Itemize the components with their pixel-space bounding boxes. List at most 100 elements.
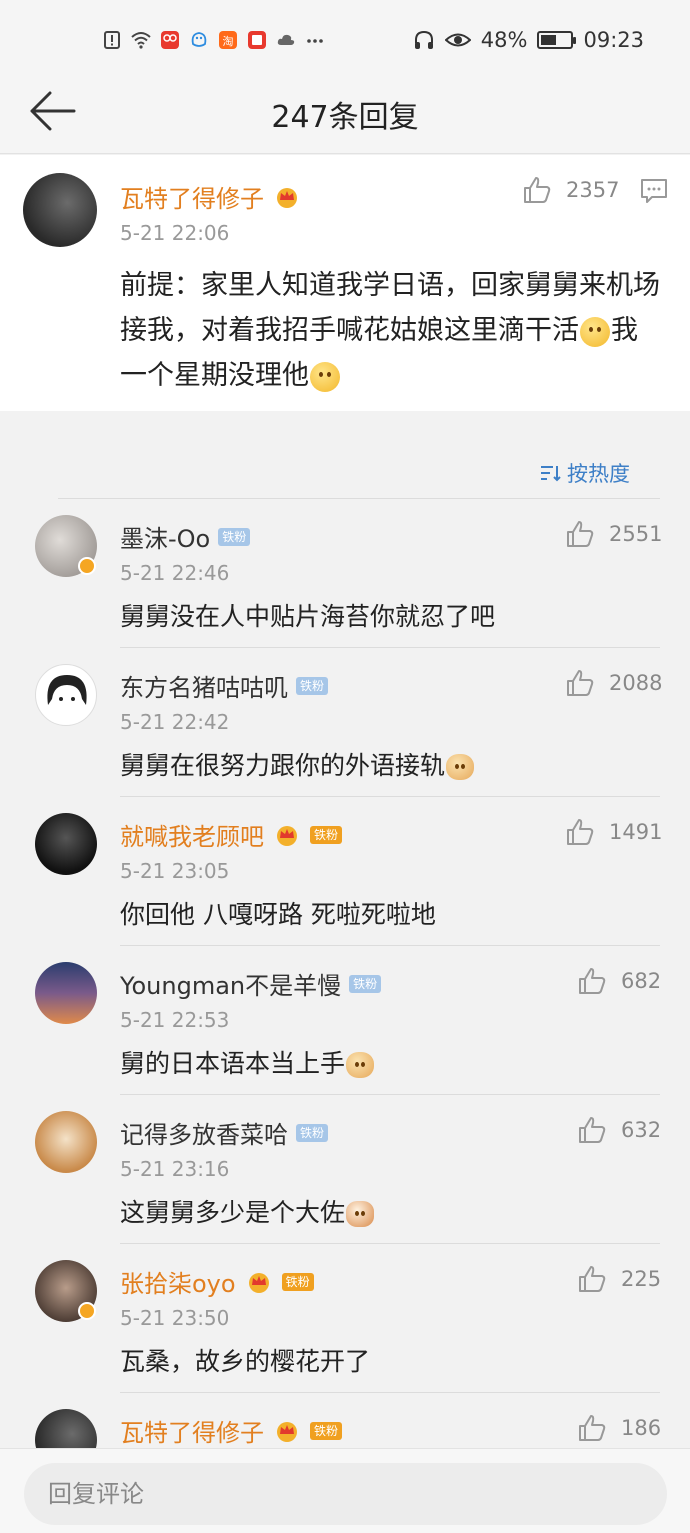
avatar[interactable] <box>23 173 97 247</box>
username-text: 张拾柒oyo <box>120 1270 236 1298</box>
username-text: 墨沫-Oo <box>120 525 211 553</box>
fan-badge: 铁粉 <box>296 676 329 695</box>
username[interactable]: 瓦特了得修子 铁粉 <box>120 1413 343 1448</box>
smile-emoji-icon <box>310 361 340 392</box>
taobao-icon: 淘 <box>219 31 237 49</box>
like-count: 2551 <box>609 522 663 546</box>
list-item[interactable]: Youngman不是羊慢 铁粉 5-21 22:53 682 舅的日本语本当上手 <box>0 946 690 1095</box>
sort-icon <box>541 466 561 482</box>
svg-text:淘: 淘 <box>223 35 234 48</box>
fan-badge: 铁粉 <box>310 1421 343 1440</box>
list-item[interactable]: 张拾柒oyo 铁粉 5-21 23:50 225 瓦桑，故乡的樱花开了 <box>0 1244 690 1393</box>
headphones-icon <box>414 30 433 49</box>
username[interactable]: 就喊我老顾吧 铁粉 <box>120 817 343 852</box>
list-item[interactable]: 就喊我老顾吧 铁粉 5-21 23:05 1491 你回他 八嘎呀路 死啦死啦地 <box>0 797 690 946</box>
username-text: 瓦特了得修子 <box>120 1419 264 1447</box>
header: 247条回复 <box>0 70 690 154</box>
avatar[interactable] <box>35 664 97 726</box>
comment-time: 5-21 22:46 <box>120 561 230 585</box>
notification-icon <box>104 31 120 49</box>
username-text: 东方名猪咕咕叽 <box>120 674 288 702</box>
username-text: 就喊我老顾吧 <box>120 823 264 851</box>
battery-icon <box>537 31 577 49</box>
comment-time: 5-21 22:06 <box>120 221 230 245</box>
username[interactable]: 瓦特了得修子 <box>120 179 302 214</box>
comment-text-content: 舅的日本语本当上手 <box>120 1049 346 1078</box>
username[interactable]: 东方名猪咕咕叽 铁粉 <box>120 668 329 703</box>
like-button[interactable]: 2551 <box>565 519 662 549</box>
comment-text: 你回他 八嘎呀路 死啦死啦地 <box>120 900 436 929</box>
comment-text-content: 这舅舅多少是个大佐 <box>120 1198 346 1227</box>
verified-icon <box>78 1302 96 1320</box>
comment-icon[interactable] <box>640 177 668 205</box>
like-count: 2357 <box>566 178 620 202</box>
doge-emoji-icon <box>446 754 475 780</box>
smile-emoji-icon <box>580 316 610 347</box>
app-icon-2 <box>191 32 207 47</box>
username[interactable]: 张拾柒oyo 铁粉 <box>120 1264 314 1299</box>
like-count: 225 <box>621 1267 662 1291</box>
app-icon-3 <box>248 31 266 49</box>
username[interactable]: 墨沫-Oo 铁粉 <box>120 519 251 554</box>
avatar[interactable] <box>35 813 97 875</box>
sort-button[interactable]: 按热度 <box>539 458 630 488</box>
cartoon-girl-icon <box>47 675 87 705</box>
comment-time: 5-21 22:42 <box>120 710 230 734</box>
like-button[interactable]: 682 <box>577 966 661 996</box>
reply-input[interactable]: 回复评论 <box>24 1463 667 1525</box>
thumbs-up-icon <box>567 670 594 696</box>
like-button[interactable]: 186 <box>577 1413 661 1443</box>
crown-icon <box>277 187 297 208</box>
fan-badge: 铁粉 <box>218 527 251 546</box>
list-item[interactable]: 记得多放香菜哈 铁粉 5-21 23:16 632 这舅舅多少是个大佐 <box>0 1095 690 1244</box>
cloud-icon <box>277 34 295 45</box>
thumbs-up-icon <box>567 521 594 547</box>
crown-icon <box>248 1272 269 1293</box>
username-text: 记得多放香菜哈 <box>120 1121 288 1149</box>
fan-badge: 铁粉 <box>281 1272 314 1291</box>
comment-time: 5-21 22:53 <box>120 1008 230 1032</box>
username-text: 瓦特了得修子 <box>120 185 264 213</box>
username-text: Youngman不是羊慢 <box>120 972 342 1000</box>
page-title: 247条回复 <box>271 100 419 135</box>
username[interactable]: 记得多放香菜哈 铁粉 <box>120 1115 329 1150</box>
like-button[interactable]: 225 <box>577 1264 661 1294</box>
comment-text: 前提：家里人知道我学日语，回家舅舅来机场接我，对着我招手喊花姑娘这里滴干活 我一个… <box>120 263 660 398</box>
like-count: 2088 <box>609 671 663 695</box>
fan-badge: 铁粉 <box>296 1123 329 1142</box>
like-button[interactable]: 632 <box>577 1115 661 1145</box>
sort-label: 按热度 <box>567 462 630 486</box>
fan-badge: 铁粉 <box>310 825 343 844</box>
battery-percent: 48% <box>480 28 528 52</box>
like-count: 186 <box>621 1416 662 1440</box>
comment-text: 舅舅在很努力跟你的外语接轨 <box>120 746 475 782</box>
thumbs-up-icon <box>579 1266 606 1292</box>
like-count: 1491 <box>609 820 663 844</box>
list-item[interactable]: 东方名猪咕咕叽 铁粉 5-21 22:42 2088 舅舅在很努力跟你的外语接轨 <box>0 648 690 797</box>
like-button[interactable]: 1491 <box>565 817 662 847</box>
comment-time: 5-21 23:16 <box>120 1157 230 1181</box>
comment-time: 5-21 23:05 <box>120 859 230 883</box>
comment-text: 舅的日本语本当上手 <box>120 1044 375 1080</box>
app-icon-1 <box>161 31 179 49</box>
like-button[interactable]: 2088 <box>565 668 662 698</box>
thumbs-up-icon <box>579 968 606 994</box>
status-icons: 淘 <box>102 30 325 50</box>
status-right: 48% 09:23 <box>413 28 644 52</box>
list-item[interactable]: 墨沫-Oo 铁粉 5-21 22:46 2551 舅舅没在人中贴片海苔你就忍了吧 <box>0 499 690 648</box>
cat-emoji-icon <box>346 1201 375 1227</box>
username[interactable]: Youngman不是羊慢 铁粉 <box>120 966 382 1001</box>
clock: 09:23 <box>583 28 644 52</box>
more-dots-icon <box>307 39 323 43</box>
like-button[interactable]: 2357 <box>522 175 619 205</box>
thumbs-up-icon <box>524 177 551 203</box>
like-count: 632 <box>621 1118 662 1142</box>
sort-row: 按热度 <box>0 430 690 500</box>
comment-text: 瓦桑，故乡的樱花开了 <box>120 1347 371 1376</box>
avatar[interactable] <box>35 962 97 1024</box>
avatar[interactable] <box>35 1111 97 1173</box>
comment-text: 这舅舅多少是个大佐 <box>120 1193 375 1229</box>
main-comment: 瓦特了得修子 5-21 22:06 2357 前提：家里人知道我学日语，回家舅舅… <box>0 155 690 411</box>
comment-time: 5-21 23:50 <box>120 1306 230 1330</box>
eye-icon <box>444 33 471 47</box>
